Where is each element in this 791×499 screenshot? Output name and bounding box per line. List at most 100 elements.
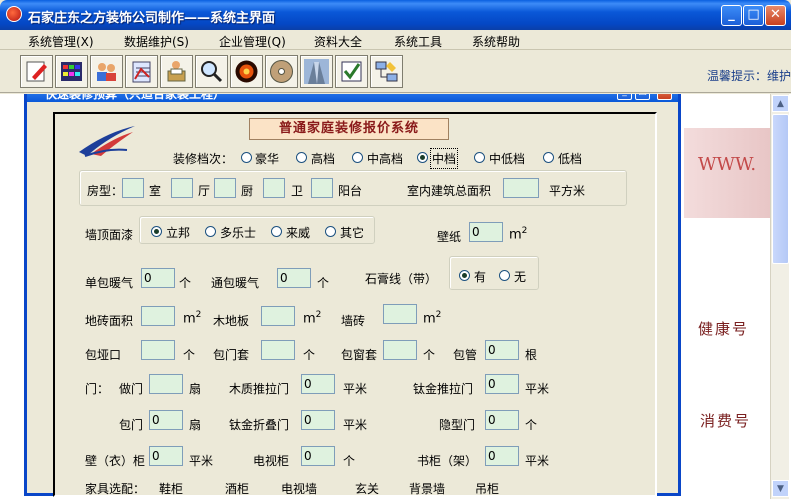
floor-tile-unit-m: m — [183, 311, 196, 327]
paint-radio-other[interactable] — [325, 226, 336, 237]
tv-cabinet-input[interactable]: 0 — [301, 446, 335, 466]
bookcase-unit: 平米 — [525, 454, 550, 468]
bookcase-input[interactable]: 0 — [485, 446, 519, 466]
grade-radio-luxury[interactable] — [241, 152, 252, 163]
maximize-button[interactable]: □ — [743, 5, 764, 26]
network-tool-button[interactable] — [370, 55, 403, 88]
single-heater-label: 单包暖气 — [85, 276, 134, 290]
fire-tool-button[interactable] — [230, 55, 263, 88]
titanium-fold-input[interactable]: 0 — [301, 410, 335, 430]
grade-option-mid-low[interactable]: 中低档 — [489, 150, 525, 167]
room-bedroom-input[interactable] — [122, 178, 144, 198]
scroll-up-icon[interactable]: ▲ — [772, 95, 789, 112]
single-heater-input[interactable]: 0 — [141, 268, 175, 288]
furniture-shoe-label[interactable]: 鞋柜 — [159, 480, 183, 497]
child-maximize-button[interactable]: □ — [635, 94, 650, 100]
wood-slide-input[interactable]: 0 — [301, 374, 335, 394]
print-tool-button[interactable] — [160, 55, 193, 88]
menu-data[interactable]: 数据维护(S) — [124, 33, 189, 50]
grade-radio-mid-high[interactable] — [352, 152, 363, 163]
room-hall-input[interactable] — [171, 178, 193, 198]
room-kitchen-input[interactable] — [214, 178, 236, 198]
furniture-tvwall-label[interactable]: 电视墙 — [281, 480, 317, 497]
edit-icon — [26, 61, 47, 82]
search-tool-button[interactable] — [195, 55, 228, 88]
users-tool-button[interactable] — [90, 55, 123, 88]
paint-radio-laiwei[interactable] — [271, 226, 282, 237]
door-cover-unit: 个 — [303, 348, 316, 362]
gypsum-radio-no[interactable] — [499, 270, 510, 281]
furniture-wine-label[interactable]: 酒柜 — [225, 480, 249, 497]
grade-option-luxury[interactable]: 豪华 — [255, 150, 279, 167]
yakou-input[interactable] — [141, 340, 175, 360]
gypsum-radio-yes[interactable] — [459, 270, 470, 281]
checkbox-tool-button[interactable] — [335, 55, 368, 88]
floor-tile-input[interactable] — [141, 306, 175, 326]
menu-system[interactable]: 系统管理(X) — [28, 33, 94, 50]
room-bath-input[interactable] — [263, 178, 285, 198]
grade-option-mid[interactable]: 中档 — [429, 148, 459, 169]
pipe-input[interactable]: 0 — [485, 340, 519, 360]
menu-help[interactable]: 系统帮助 — [472, 33, 520, 50]
hidden-door-input[interactable]: 0 — [485, 410, 519, 430]
through-heater-label: 通包暖气 — [211, 276, 260, 290]
disc-tool-button[interactable] — [265, 55, 298, 88]
window-cover-unit: 个 — [423, 348, 436, 362]
wood-floor-input[interactable] — [261, 306, 295, 326]
wrap-door-input[interactable]: 0 — [149, 410, 183, 430]
menu-enterprise[interactable]: 企业管理(Q) — [219, 33, 286, 50]
menu-tools[interactable]: 系统工具 — [394, 33, 442, 50]
scroll-thumb[interactable] — [772, 114, 789, 264]
calculator-tool-button[interactable] — [55, 55, 88, 88]
window-cover-input[interactable] — [383, 340, 417, 360]
paint-radio-nippon[interactable] — [151, 226, 162, 237]
close-button[interactable]: ✕ — [765, 5, 786, 26]
grade-label: 装修档次： — [173, 152, 234, 166]
room-balcony-input[interactable] — [311, 178, 333, 198]
gypsum-option-yes[interactable]: 有 — [474, 268, 486, 285]
wallpaper-input[interactable]: 0 — [469, 222, 503, 242]
scroll-down-icon[interactable]: ▼ — [772, 480, 789, 497]
wall-tile-input[interactable] — [383, 304, 417, 324]
wardrobe-input[interactable]: 0 — [149, 446, 183, 466]
furniture-entry-label[interactable]: 玄关 — [355, 480, 379, 497]
menu-library[interactable]: 资料大全 — [314, 33, 362, 50]
gypsum-option-no[interactable]: 无 — [514, 268, 526, 285]
paint-option-other[interactable]: 其它 — [340, 224, 364, 241]
edit-tool-button[interactable] — [20, 55, 53, 88]
grade-option-mid-high[interactable]: 中高档 — [367, 150, 403, 167]
through-heater-input[interactable]: 0 — [277, 268, 311, 288]
title-bar: 石家庄东之方装饰公司制作——系统主界面 _ □ ✕ — [0, 0, 791, 30]
titanium-slide-input[interactable]: 0 — [485, 374, 519, 394]
checklist-icon — [132, 61, 151, 83]
vertical-scrollbar[interactable]: ▲ ▼ — [770, 94, 789, 499]
grade-option-low[interactable]: 低档 — [558, 150, 582, 167]
app-icon — [6, 6, 22, 22]
building-tool-button[interactable] — [300, 55, 333, 88]
grade-radio-mid-low[interactable] — [474, 152, 485, 163]
minimize-button[interactable]: _ — [721, 5, 742, 26]
checklist-tool-button[interactable] — [125, 55, 158, 88]
room-bedroom-unit: 室 — [149, 184, 162, 198]
paint-radio-dulux[interactable] — [205, 226, 216, 237]
total-area-input[interactable] — [503, 178, 539, 198]
paint-option-laiwei[interactable]: 来威 — [286, 224, 310, 241]
paint-option-dulux[interactable]: 多乐士 — [220, 224, 256, 241]
room-balcony-unit: 阳台 — [338, 184, 363, 198]
paint-option-nippon[interactable]: 立邦 — [166, 224, 190, 241]
furniture-hanging-label[interactable]: 吊柜 — [475, 480, 499, 497]
wall-tile-label: 墙砖 — [341, 314, 366, 328]
grade-radio-high[interactable] — [296, 152, 307, 163]
grade-option-high[interactable]: 高档 — [311, 150, 335, 167]
grade-radio-mid[interactable] — [417, 152, 428, 163]
door-cover-input[interactable] — [261, 340, 295, 360]
make-door-input[interactable] — [149, 374, 183, 394]
child-minimize-button[interactable]: _ — [617, 94, 632, 100]
furniture-bgwall-label[interactable]: 背景墙 — [409, 480, 445, 497]
grade-radio-low[interactable] — [543, 152, 554, 163]
wardrobe-label: 壁（衣）柜 — [85, 454, 146, 468]
child-close-button[interactable]: ✕ — [657, 94, 672, 100]
wallpaper-label: 壁纸 — [437, 230, 462, 244]
wood-floor-unit: m2 — [303, 310, 321, 326]
wood-floor-unit-m: m — [303, 311, 316, 327]
